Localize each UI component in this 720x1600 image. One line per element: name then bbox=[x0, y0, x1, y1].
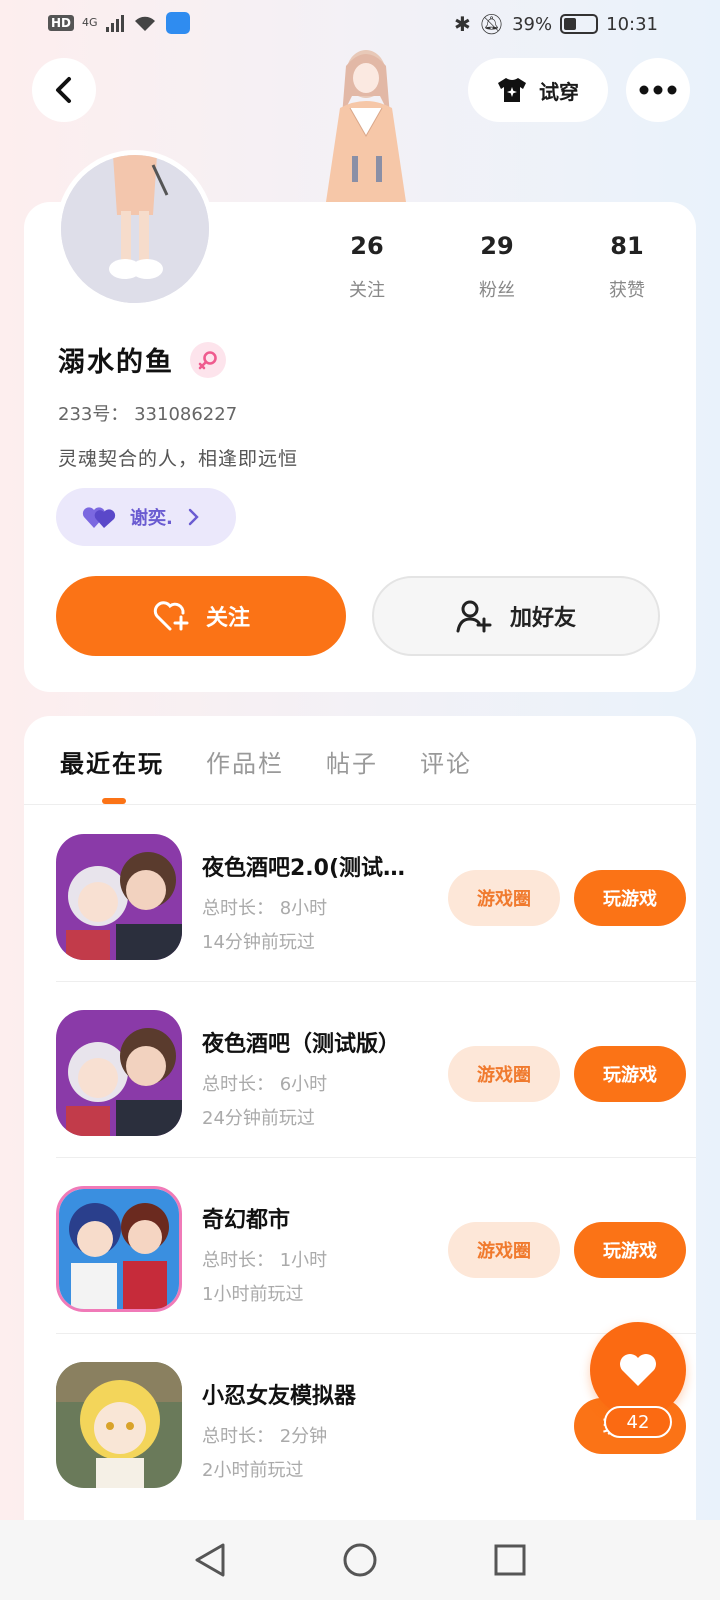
game-title: 夜色酒吧2.0(测试版) bbox=[202, 856, 412, 881]
avatar-3d-figure bbox=[326, 50, 406, 202]
back-button[interactable] bbox=[32, 58, 96, 122]
chevron-right-icon bbox=[188, 508, 199, 526]
tab-works[interactable]: 作品栏 bbox=[206, 744, 284, 779]
try-on-label: 试穿 bbox=[539, 79, 579, 104]
couple-hearts-icon bbox=[82, 507, 116, 528]
game-icon bbox=[56, 1186, 182, 1312]
status-right: ✱ 🔕︎ 39% 10:31 bbox=[454, 12, 658, 36]
system-nav-bar bbox=[0, 1520, 720, 1600]
game-last-played: 1小时前玩过 bbox=[202, 1284, 304, 1305]
game-last-played: 24分钟前玩过 bbox=[202, 1108, 315, 1129]
relation-chip[interactable]: 谢奕. bbox=[56, 488, 236, 546]
avatar-figure-image bbox=[61, 155, 209, 303]
game-title: 奇幻都市 bbox=[202, 1208, 291, 1233]
back-arrow-icon bbox=[56, 77, 71, 103]
game-icon bbox=[56, 1362, 182, 1488]
hd-badge: HD bbox=[48, 15, 75, 31]
game-duration: 总时长： 8小时 bbox=[202, 898, 328, 919]
game-row[interactable]: 夜色酒吧（测试版） 总时长： 6小时 24分钟前玩过 游戏圈 玩游戏 bbox=[56, 982, 696, 1158]
nav-back-button[interactable] bbox=[190, 1540, 230, 1580]
follow-label: 关注 bbox=[205, 606, 250, 631]
game-row[interactable]: 奇幻都市 总时长： 1小时 1小时前玩过 游戏圈 玩游戏 bbox=[56, 1158, 696, 1334]
game-duration: 总时长： 2分钟 bbox=[202, 1426, 328, 1447]
heart-icon bbox=[620, 1354, 656, 1386]
play-game-button[interactable]: 玩游戏 bbox=[574, 870, 686, 926]
square-recents-icon bbox=[494, 1544, 526, 1576]
stat-value: 81 bbox=[610, 232, 644, 260]
game-circle-button[interactable]: 游戏圈 bbox=[448, 1222, 560, 1278]
add-friend-button[interactable]: 加好友 bbox=[372, 576, 660, 656]
like-fab-button[interactable] bbox=[590, 1322, 686, 1418]
bluetooth-icon: ✱ bbox=[453, 12, 471, 36]
add-friend-label: 加好友 bbox=[509, 606, 576, 631]
play-game-button[interactable]: 玩游戏 bbox=[574, 1046, 686, 1102]
stat-label: 粉丝 bbox=[479, 280, 515, 301]
user-id: 233号： 331086227 bbox=[58, 400, 237, 426]
game-last-played: 14分钟前玩过 bbox=[202, 932, 315, 953]
nickname-row: 溺水的鱼 bbox=[58, 340, 226, 379]
user-avatar[interactable] bbox=[56, 150, 214, 308]
add-user-icon bbox=[456, 600, 492, 633]
female-gender-icon bbox=[190, 341, 226, 378]
play-game-button[interactable]: 玩游戏 bbox=[574, 1222, 686, 1278]
more-options-button[interactable] bbox=[626, 58, 690, 122]
nav-recents-button[interactable] bbox=[490, 1540, 530, 1580]
stat-likes[interactable]: 81 获赞 bbox=[562, 232, 692, 302]
status-bar: HD 4G ✱ 🔕︎ 39% 10:31 bbox=[0, 0, 720, 50]
more-dots-icon bbox=[639, 85, 677, 95]
game-icon bbox=[56, 1010, 182, 1136]
game-duration: 总时长： 6小时 bbox=[202, 1074, 328, 1095]
game-duration: 总时长： 1小时 bbox=[202, 1250, 328, 1271]
wifi-icon bbox=[134, 16, 155, 31]
network-type: 4G bbox=[82, 16, 98, 29]
user-id-value: 331086227 bbox=[134, 404, 238, 425]
mute-icon: 🔕︎ bbox=[478, 12, 505, 36]
stat-label: 获赞 bbox=[609, 280, 645, 301]
user-id-label: 233号： bbox=[58, 404, 129, 425]
game-row[interactable]: 夜色酒吧2.0(测试版) 总时长： 8小时 14分钟前玩过 游戏圈 玩游戏 bbox=[56, 806, 696, 982]
nickname: 溺水的鱼 bbox=[58, 347, 174, 378]
tabs-divider bbox=[24, 804, 696, 805]
try-on-button[interactable]: 试穿 bbox=[468, 58, 608, 122]
tab-comments[interactable]: 评论 bbox=[420, 744, 472, 779]
clock: 10:31 bbox=[606, 13, 658, 35]
stat-followers[interactable]: 29 粉丝 bbox=[432, 232, 562, 302]
like-count-badge: 42 bbox=[604, 1406, 672, 1438]
user-bio: 灵魂契合的人，相逢即远恒 bbox=[58, 448, 299, 470]
game-title: 小忍女友模拟器 bbox=[202, 1384, 357, 1409]
relation-name: 谢奕. bbox=[130, 508, 173, 529]
game-title: 夜色酒吧（测试版） bbox=[202, 1032, 401, 1057]
recent-games-card: 最近在玩 作品栏 帖子 评论 夜色酒吧2.0(测试版) 总时长： 8小时 14分… bbox=[24, 716, 696, 1596]
status-left: HD 4G bbox=[48, 12, 190, 34]
heart-plus-icon bbox=[153, 601, 189, 631]
game-circle-button[interactable]: 游戏圈 bbox=[448, 870, 560, 926]
battery-percent: 39% bbox=[512, 13, 553, 35]
triangle-back-icon bbox=[195, 1543, 225, 1577]
game-last-played: 2小时前玩过 bbox=[202, 1460, 304, 1481]
stats-row: 26 关注 29 粉丝 81 获赞 bbox=[302, 232, 692, 302]
nav-home-button[interactable] bbox=[340, 1540, 380, 1580]
game-icon bbox=[56, 834, 182, 960]
app-notification-icon bbox=[165, 12, 190, 34]
tab-posts[interactable]: 帖子 bbox=[326, 744, 378, 779]
circle-home-icon bbox=[343, 1543, 377, 1577]
stat-label: 关注 bbox=[349, 280, 385, 301]
signal-icon bbox=[105, 14, 124, 32]
stat-value: 29 bbox=[480, 232, 514, 260]
game-circle-button[interactable]: 游戏圈 bbox=[448, 1046, 560, 1102]
follow-button[interactable]: 关注 bbox=[56, 576, 346, 656]
tshirt-icon bbox=[498, 78, 526, 102]
battery-icon bbox=[560, 14, 599, 34]
stat-following[interactable]: 26 关注 bbox=[302, 232, 432, 302]
stat-value: 26 bbox=[350, 232, 384, 260]
tab-recently-played[interactable]: 最近在玩 bbox=[60, 744, 164, 779]
profile-tabs: 最近在玩 作品栏 帖子 评论 bbox=[60, 744, 472, 779]
